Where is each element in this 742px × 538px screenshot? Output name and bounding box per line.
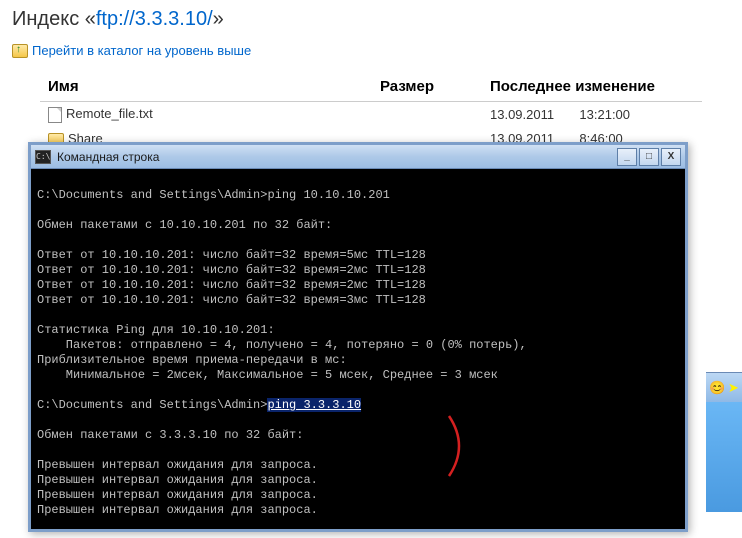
- up-directory-link[interactable]: Перейти в каталог на уровень выше: [0, 39, 742, 62]
- maximize-button[interactable]: □: [639, 148, 659, 166]
- file-icon: [48, 107, 62, 123]
- window-title: Командная строка: [57, 150, 617, 164]
- file-name: Remote_file.txt: [66, 106, 153, 121]
- index-suffix: »: [213, 8, 224, 30]
- highlighted-command: ping 3.3.3.10: [267, 398, 361, 412]
- index-prefix: Индекс «: [12, 8, 96, 30]
- terminal-output[interactable]: C:\Documents and Settings\Admin>ping 10.…: [31, 169, 685, 529]
- file-date: 13.09.2011: [490, 107, 554, 122]
- ftp-url-link[interactable]: ftp://3.3.3.10/: [96, 8, 213, 30]
- col-name[interactable]: Имя: [40, 72, 372, 102]
- file-listing-table: Имя Размер Последнее изменение Remote_fi…: [40, 72, 702, 150]
- command-prompt-window: C:\ Командная строка _ □ X C:\Documents …: [28, 142, 688, 532]
- table-row[interactable]: Remote_file.txt 13.09.2011 13:21:00: [40, 102, 702, 127]
- page-title: Индекс «ftp://3.3.3.10/»: [0, 0, 742, 39]
- close-button[interactable]: X: [661, 148, 681, 166]
- tray-arrow-icon[interactable]: ➤: [728, 380, 739, 396]
- up-link-label: Перейти в каталог на уровень выше: [32, 43, 251, 58]
- terminal-text-post: Обмен пакетами с 3.3.3.10 по 32 байт: Пр…: [37, 428, 541, 529]
- window-titlebar[interactable]: C:\ Командная строка _ □ X: [31, 145, 685, 169]
- terminal-text-pre: C:\Documents and Settings\Admin>ping 10.…: [37, 188, 527, 412]
- cmd-app-icon: C:\: [35, 150, 51, 164]
- file-size: [372, 102, 482, 127]
- annotation-mark: [401, 399, 431, 464]
- minimize-button[interactable]: _: [617, 148, 637, 166]
- col-size[interactable]: Размер: [372, 72, 482, 102]
- file-time: 13:21:00: [579, 107, 630, 122]
- tray-icon[interactable]: 😊: [709, 380, 725, 396]
- folder-up-icon: [12, 44, 28, 58]
- desktop-fragment: [706, 402, 742, 512]
- col-modified[interactable]: Последнее изменение: [482, 72, 702, 102]
- taskbar-fragment: 😊 ➤: [706, 372, 742, 402]
